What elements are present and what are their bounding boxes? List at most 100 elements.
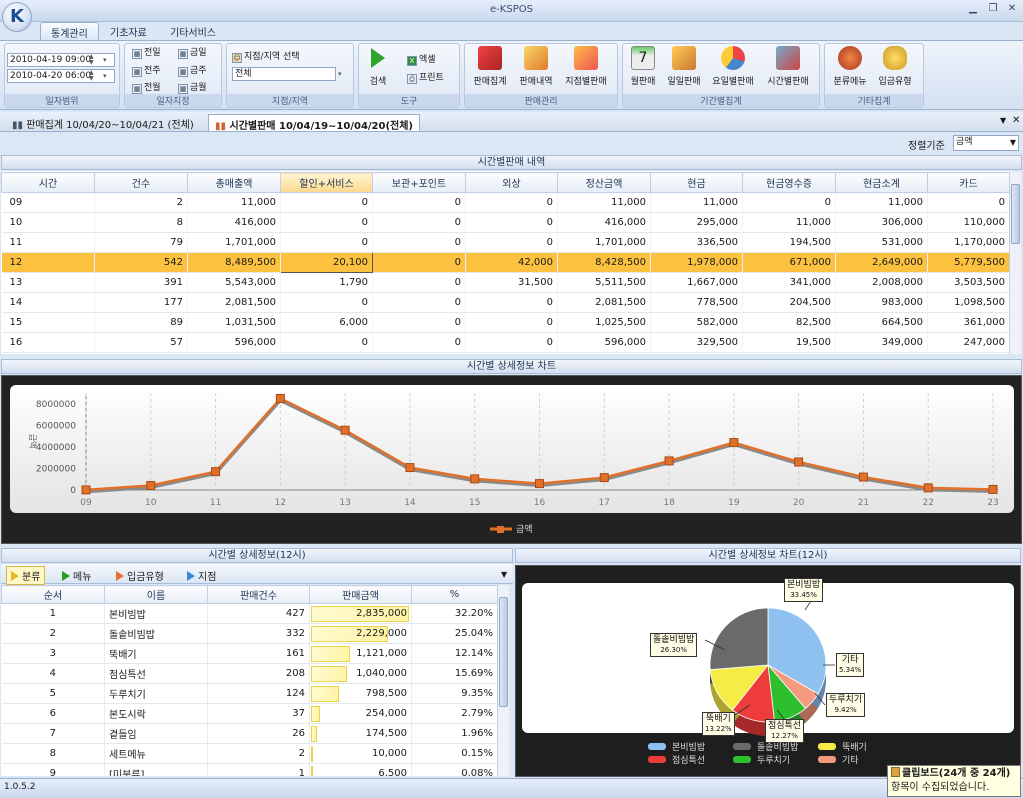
doc-tab-sales-summary[interactable]: ▮▮ 판매집계 10/04/20~10/04/21 (전체) bbox=[6, 114, 200, 131]
data-point[interactable] bbox=[340, 425, 350, 435]
data-point[interactable] bbox=[729, 438, 739, 448]
doc-tab-hourly-sales[interactable]: ▮▮ 시간별판매 10/04/19~10/04/20(전체) bbox=[208, 114, 421, 132]
table-row[interactable]: 11 79 1,701,000 0 0 0 1,701,000 336,500 194,500 5… bbox=[1, 232, 1010, 253]
sales-detail-button[interactable]: 판매내역 bbox=[515, 46, 557, 87]
data-point[interactable] bbox=[664, 456, 674, 466]
pie-slice[interactable] bbox=[709, 607, 769, 671]
column-header[interactable]: 총매출액 bbox=[187, 172, 281, 193]
column-header[interactable]: 보관+포인트 bbox=[372, 172, 466, 193]
data-point[interactable] bbox=[535, 479, 544, 489]
this-month-button[interactable]: ▦ 금월 bbox=[178, 80, 207, 94]
table-row[interactable]: 09 2 11,000 0 0 0 11,000 11,000 0 11,000 0 bbox=[1, 192, 1010, 213]
table-row[interactable]: 6 본도시락 37 254,000 2.79% bbox=[1, 703, 497, 724]
daily-sales-button[interactable]: 일일판매 bbox=[663, 46, 705, 87]
table-cell: 89 bbox=[94, 312, 188, 333]
data-point[interactable] bbox=[211, 467, 221, 477]
clipboard-notification[interactable]: 클립보드(24개 중 24개) 항목이 수집되었습니다. bbox=[887, 765, 1021, 797]
menu-tab-other-services[interactable]: 기타서비스 bbox=[160, 22, 226, 40]
table-row[interactable]: 12 542 8,489,500 20,100 0 42,000 8,428,500 1,97… bbox=[1, 252, 1010, 273]
table-row[interactable]: 5 두루치기 124 798,500 9.35% bbox=[1, 683, 497, 704]
minimize-icon[interactable]: ▁ bbox=[966, 3, 980, 17]
menu-tab-stats[interactable]: 통계관리 bbox=[40, 22, 99, 40]
tab-menu-arrow-icon[interactable]: ▼ bbox=[1000, 116, 1006, 125]
data-point[interactable] bbox=[146, 481, 156, 491]
data-point[interactable] bbox=[275, 394, 285, 404]
subtab-payment-type[interactable]: 입금유형 bbox=[116, 568, 164, 583]
column-header[interactable]: 순서 bbox=[1, 585, 105, 604]
column-header[interactable]: 판매금액 bbox=[309, 585, 412, 604]
subtab-branch[interactable]: 지점 bbox=[187, 568, 216, 583]
pie-icon bbox=[721, 46, 745, 70]
column-header[interactable]: 건수 bbox=[94, 172, 188, 193]
this-week-button[interactable]: ▦ 금주 bbox=[178, 63, 207, 77]
column-header[interactable]: 카드 bbox=[927, 172, 1010, 193]
table-row[interactable]: 9 [미분류] 1 6,500 0.08% bbox=[1, 763, 497, 776]
table-row[interactable]: 7 곁들임 26 174,500 1.96% bbox=[1, 723, 497, 744]
spin-updown-icon[interactable]: ▲ ▼ bbox=[89, 54, 94, 66]
table-row[interactable]: 8 세트메뉴 2 10,000 0.15% bbox=[1, 743, 497, 764]
today-button[interactable]: ▦ 금일 bbox=[178, 45, 207, 59]
subtab-category[interactable]: 분류 bbox=[6, 566, 46, 585]
dropdown-arrow-icon[interactable]: ▾ bbox=[103, 73, 107, 80]
table-row[interactable]: 2 돌솥비빔밥 332 2,229,000 25.04% bbox=[1, 623, 497, 644]
data-point[interactable] bbox=[599, 473, 609, 483]
dropdown-arrow-icon[interactable]: ▾ bbox=[103, 57, 107, 64]
date-to-input[interactable]: 2010-04-20 06:00 bbox=[7, 69, 115, 83]
spin-updown-icon[interactable]: ▲ ▼ bbox=[89, 70, 94, 82]
table-row[interactable]: 3 뚝배기 161 1,121,000 12.14% bbox=[1, 643, 497, 664]
excel-button[interactable]: X 엑셀 bbox=[407, 52, 436, 66]
date-from-input[interactable]: 2010-04-19 09:00 bbox=[7, 53, 115, 67]
main-table-scrollbar[interactable] bbox=[1009, 172, 1021, 354]
branch-sales-button[interactable]: 지점별판매 bbox=[559, 46, 613, 87]
menu-tab-basic[interactable]: 기초자료 bbox=[100, 22, 157, 40]
subtab-menu-arrow-icon[interactable]: ▼ bbox=[501, 570, 507, 579]
column-header[interactable]: 현금 bbox=[650, 172, 743, 193]
dropdown-arrow-icon[interactable]: ▾ bbox=[338, 71, 342, 78]
column-header[interactable]: % bbox=[411, 585, 497, 604]
data-point[interactable] bbox=[923, 483, 933, 493]
prev-day-button[interactable]: ▦ 전일 bbox=[132, 45, 161, 59]
detail-table-scrollbar[interactable] bbox=[497, 585, 509, 776]
sort-select[interactable]: 금액 ▼ bbox=[953, 135, 1019, 151]
category-menu-button[interactable]: 분류메뉴 bbox=[829, 46, 871, 87]
branch-select[interactable]: 전체 bbox=[232, 67, 336, 81]
data-point[interactable] bbox=[470, 474, 480, 484]
data-point[interactable] bbox=[988, 484, 998, 494]
table-row[interactable]: 16 57 596,000 0 0 0 596,000 329,500 19,500 349,00… bbox=[1, 332, 1010, 353]
table-row[interactable]: 15 89 1,031,500 6,000 0 0 1,025,500 582,000 82,5… bbox=[1, 312, 1010, 333]
column-header[interactable]: 정산금액 bbox=[557, 172, 651, 193]
table-row[interactable]: 4 점심특선 208 1,040,000 15.69% bbox=[1, 663, 497, 684]
data-point[interactable] bbox=[81, 485, 91, 495]
column-header[interactable]: 할인+서비스 bbox=[280, 172, 373, 193]
column-header[interactable]: 외상 bbox=[465, 172, 558, 193]
print-button[interactable]: ⎙ 프린트 bbox=[407, 70, 444, 84]
column-header[interactable]: 이름 bbox=[104, 585, 208, 604]
scrollbar-thumb[interactable] bbox=[1011, 184, 1020, 244]
prev-week-button[interactable]: ▦ 전주 bbox=[132, 63, 161, 77]
column-header[interactable]: 시간 bbox=[1, 172, 95, 193]
subtab-menu[interactable]: 메뉴 bbox=[62, 568, 91, 583]
sales-summary-button[interactable]: 판매집계 bbox=[469, 46, 511, 87]
table-row[interactable]: 14 177 2,081,500 0 0 0 2,081,500 778,500 204,500… bbox=[1, 292, 1010, 313]
tab-close-icon[interactable]: ✕ bbox=[1012, 115, 1020, 126]
scrollbar-thumb[interactable] bbox=[499, 597, 508, 707]
restore-icon[interactable]: ❐ bbox=[986, 3, 1000, 17]
column-header[interactable]: 판매건수 bbox=[207, 585, 310, 604]
table-row[interactable]: 1 본비빔밥 427 2,835,000 32.20% bbox=[1, 603, 497, 624]
column-header[interactable]: 현금소계 bbox=[835, 172, 928, 193]
search-button[interactable]: 검색 bbox=[364, 46, 392, 87]
column-header[interactable]: 현금영수증 bbox=[742, 172, 836, 193]
app-logo[interactable]: K bbox=[2, 2, 32, 32]
hourly-sales-button[interactable]: 시간별판매 bbox=[762, 46, 814, 87]
close-icon[interactable]: ✕ bbox=[1005, 3, 1019, 17]
table-row[interactable]: 13 391 5,543,000 1,790 0 31,500 5,511,500 1,667… bbox=[1, 272, 1010, 293]
payment-type-button[interactable]: 입금유형 bbox=[874, 46, 916, 87]
prev-month-button[interactable]: ▦ 전월 bbox=[132, 80, 161, 94]
data-point[interactable] bbox=[858, 472, 868, 482]
x-tick-label: 09 bbox=[80, 498, 92, 508]
weekday-sales-button[interactable]: 요일별판매 bbox=[708, 46, 758, 87]
table-row[interactable]: 10 8 416,000 0 0 0 416,000 295,000 11,000 306,000… bbox=[1, 212, 1010, 233]
data-point[interactable] bbox=[405, 463, 415, 473]
monthly-sales-button[interactable]: 7 월판매 bbox=[626, 46, 660, 87]
data-point[interactable] bbox=[794, 457, 804, 467]
